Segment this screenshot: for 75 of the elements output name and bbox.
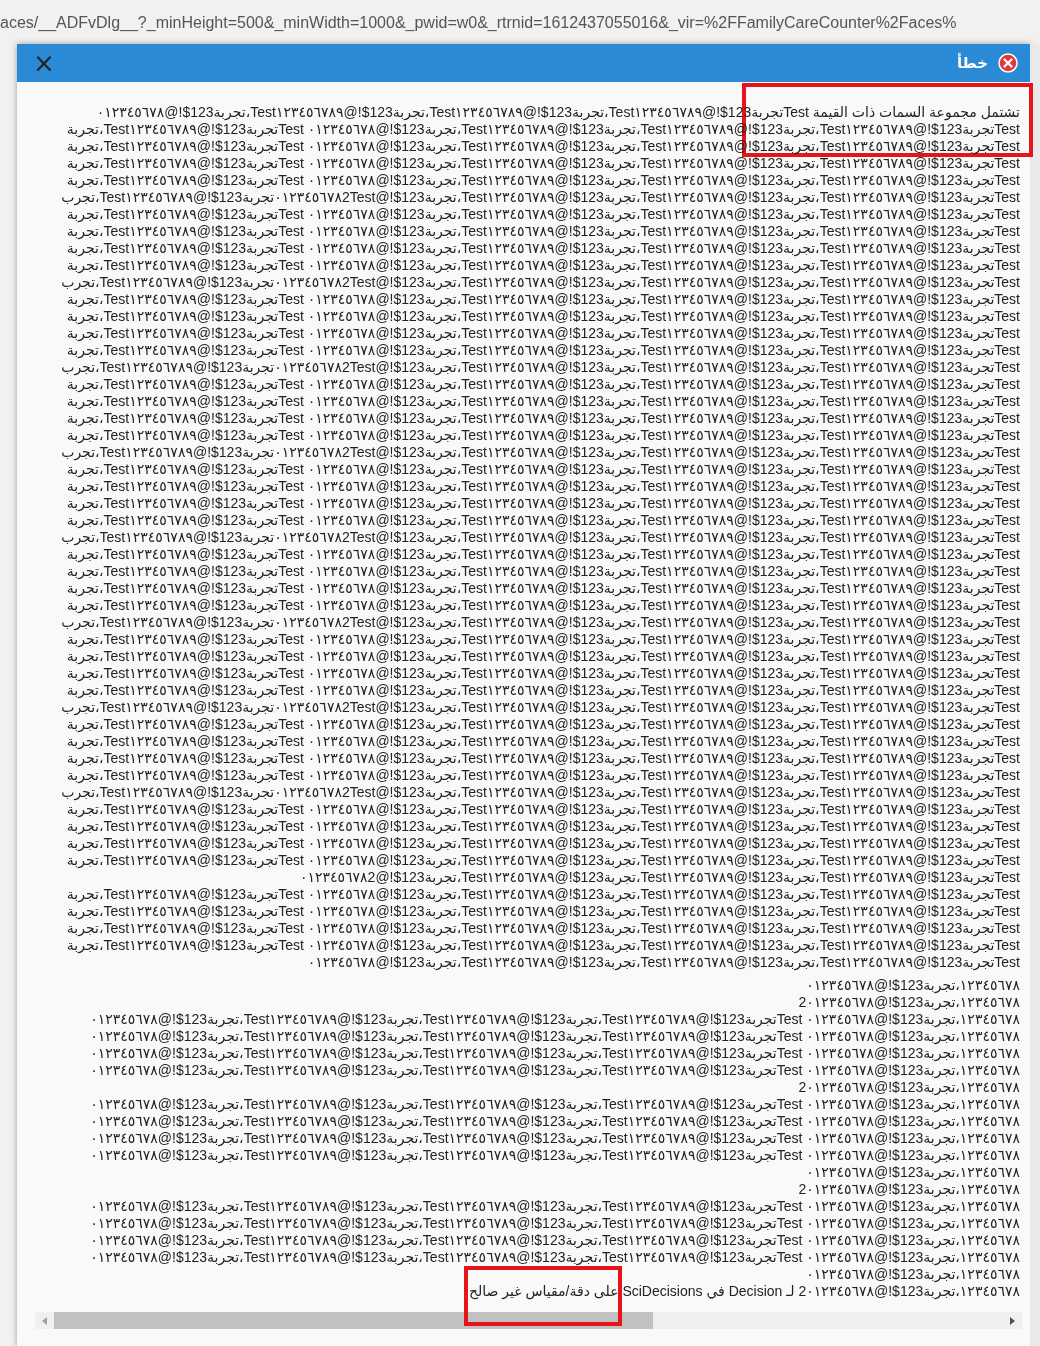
message-line: ١٢٣٤٥٦٧٨،تجربة123$!@٠١٢٣٤٥٦٧٨ <box>806 1164 1020 1181</box>
message-line: Testتجربة123$!@Test١٢٣٤٥٦٧٨٩،تجربة123$!@Test١٢٣٤٥٦٧٨٩،تجربة123$!@Test١٢٣٤٥٦٧٨٩،تجربة123$!@٠١٢٣٤٥٦٧٨ Testتجربة123$!@Test١٢٣٤٥٦٧٨٩،تجربة <box>66 478 1020 495</box>
message-line: Testتجربة123$!@Test١٢٣٤٥٦٧٨٩،تجربة123$!@Test١٢٣٤٥٦٧٨٩،تجربة123$!@Test١٢٣٤٥٦٧٨٩،تجربة123$!@٠١٢٣٤٥٦٧٨2Testتجربة123$!@Test١٢٣٤٥٦٧٨٩،تجرب <box>61 189 1020 206</box>
message-line: Testتجربة123$!@Test١٢٣٤٥٦٧٨٩،تجربة123$!@Test١٢٣٤٥٦٧٨٩،تجربة123$!@Test١٢٣٤٥٦٧٨٩،تجربة123$!@٠١٢٣٤٥٦٧٨ Testتجربة123$!@Test١٢٣٤٥٦٧٨٩،تجربة <box>66 291 1020 308</box>
message-line: Testتجربة123$!@Test١٢٣٤٥٦٧٨٩،تجربة123$!@Test١٢٣٤٥٦٧٨٩،تجربة123$!@Test١٢٣٤٥٦٧٨٩،تجربة123$!@٠١٢٣٤٥٦٧٨ Testتجربة123$!@Test١٢٣٤٥٦٧٨٩،تجربة <box>66 427 1020 444</box>
message-line: Testتجربة123$!@Test١٢٣٤٥٦٧٨٩،تجربة123$!@Test١٢٣٤٥٦٧٨٩،تجربة123$!@Test١٢٣٤٥٦٧٨٩،تجربة123$!@٠١٢٣٤٥٦٧٨ Testتجربة123$!@Test١٢٣٤٥٦٧٨٩،تجربة <box>66 461 1020 478</box>
message-line: ١٢٣٤٥٦٧٨،تجربة123$!@٠١٢٣٤٥٦٧٨ Testتجربة123$!@Test١٢٣٤٥٦٧٨٩،تجربة123$!@Test١٢٣٤٥٦٧٨٩،تجربة123$!@Test١٢٣٤٥٦٧٨٩،تجربة123$!@٠١٢٣٤٥٦٧٨ <box>90 1062 1020 1079</box>
message-line: Testتجربة123$!@Test١٢٣٤٥٦٧٨٩،تجربة123$!@Test١٢٣٤٥٦٧٨٩،تجربة123$!@Test١٢٣٤٥٦٧٨٩،تجربة123$!@٠١٢٣٤٥٦٧٨2Testتجربة123$!@Test١٢٣٤٥٦٧٨٩،تجرب <box>61 444 1020 461</box>
dialog-title: خطأ <box>956 54 988 72</box>
message-line: ١٢٣٤٥٦٧٨،تجربة123$!@2٠١٢٣٤٥٦٧٨ <box>798 1079 1020 1096</box>
scroll-left-icon[interactable] <box>41 1315 49 1326</box>
error-icon <box>998 53 1018 73</box>
message-line: Testتجربة123$!@Test١٢٣٤٥٦٧٨٩،تجربة123$!@Test١٢٣٤٥٦٧٨٩،تجربة123$!@Test١٢٣٤٥٦٧٨٩،تجربة123$!@٠١٢٣٤٥٦٧٨ Testتجربة123$!@Test١٢٣٤٥٦٧٨٩،تجربة <box>66 223 1020 240</box>
message-line: Testتجربة123$!@Test١٢٣٤٥٦٧٨٩،تجربة123$!@Test١٢٣٤٥٦٧٨٩،تجربة123$!@Test١٢٣٤٥٦٧٨٩،تجربة123$!@٠١٢٣٤٥٦٧٨ Testتجربة123$!@Test١٢٣٤٥٦٧٨٩،تجربة <box>66 342 1020 359</box>
message-line: Testتجربة123$!@Test١٢٣٤٥٦٧٨٩،تجربة123$!@Test١٢٣٤٥٦٧٨٩،تجربة123$!@Test١٢٣٤٥٦٧٨٩،تجربة123$!@٠١٢٣٤٥٦٧٨ Testتجربة123$!@Test١٢٣٤٥٦٧٨٩،تجربة <box>66 818 1020 835</box>
message-line: Testتجربة123$!@Test١٢٣٤٥٦٧٨٩،تجربة123$!@Test١٢٣٤٥٦٧٨٩،تجربة123$!@Test١٢٣٤٥٦٧٨٩،تجربة123$!@٠١٢٣٤٥٦٧٨ Testتجربة123$!@Test١٢٣٤٥٦٧٨٩،تجربة <box>66 410 1020 427</box>
message-line: Testتجربة123$!@Test١٢٣٤٥٦٧٨٩،تجربة123$!@Test١٢٣٤٥٦٧٨٩،تجربة123$!@Test١٢٣٤٥٦٧٨٩،تجربة123$!@٠١٢٣٤٥٦٧٨2Testتجربة123$!@Test١٢٣٤٥٦٧٨٩،تجرب <box>61 699 1020 716</box>
message-line: ١٢٣٤٥٦٧٨،تجربة123$!@2٠١٢٣٤٥٦٧٨ <box>798 994 1020 1011</box>
message-line: Testتجربة123$!@Test١٢٣٤٥٦٧٨٩،تجربة123$!@Test١٢٣٤٥٦٧٨٩،تجربة123$!@Test١٢٣٤٥٦٧٨٩،تجربة123$!@٠١٢٣٤٥٦٧٨ Testتجربة123$!@Test١٢٣٤٥٦٧٨٩،تجربة <box>66 750 1020 767</box>
message-line: ١٢٣٤٥٦٧٨،تجربة123$!@٠١٢٣٤٥٦٧٨ Testتجربة123$!@Test١٢٣٤٥٦٧٨٩،تجربة123$!@Test١٢٣٤٥٦٧٨٩،تجربة123$!@Test١٢٣٤٥٦٧٨٩،تجربة123$!@٠١٢٣٤٥٦٧٨ <box>90 1215 1020 1232</box>
message-line: ١٢٣٤٥٦٧٨،تجربة123$!@٠١٢٣٤٥٦٧٨ <box>806 977 1020 994</box>
message-line: ١٢٣٤٥٦٧٨،تجربة123$!@٠١٢٣٤٥٦٧٨ Testتجربة123$!@Test١٢٣٤٥٦٧٨٩،تجربة123$!@Test١٢٣٤٥٦٧٨٩،تجربة123$!@Test١٢٣٤٥٦٧٨٩،تجربة123$!@٠١٢٣٤٥٦٧٨ <box>90 1113 1020 1130</box>
message-line: Testتجربة123$!@Test١٢٣٤٥٦٧٨٩،تجربة123$!@Test١٢٣٤٥٦٧٨٩،تجربة123$!@Test١٢٣٤٥٦٧٨٩،تجربة123$!@٠١٢٣٤٥٦٧٨ Testتجربة123$!@Test١٢٣٤٥٦٧٨٩،تجربة <box>66 325 1020 342</box>
message-line: Testتجربة123$!@Test١٢٣٤٥٦٧٨٩،تجربة123$!@Test١٢٣٤٥٦٧٨٩،تجربة123$!@Test١٢٣٤٥٦٧٨٩،تجربة123$!@٠١٢٣٤٥٦٧٨ Testتجربة123$!@Test١٢٣٤٥٦٧٨٩،تجربة <box>66 801 1020 818</box>
scrollbar-thumb[interactable] <box>54 1312 654 1329</box>
message-line: Testتجربة123$!@Test١٢٣٤٥٦٧٨٩،تجربة123$!@Test١٢٣٤٥٦٧٨٩،تجربة123$!@Test١٢٣٤٥٦٧٨٩،تجربة123$!@٠١٢٣٤٥٦٧٨ Testتجربة123$!@Test١٢٣٤٥٦٧٨٩،تجربة <box>66 648 1020 665</box>
message-line: Testتجربة123$!@Test١٢٣٤٥٦٧٨٩،تجربة123$!@Test١٢٣٤٥٦٧٨٩،تجربة123$!@Test١٢٣٤٥٦٧٨٩،تجربة123$!@٠١٢٣٤٥٦٧٨ Testتجربة123$!@Test١٢٣٤٥٦٧٨٩،تجربة <box>66 937 1020 954</box>
message-line: Testتجربة123$!@Test١٢٣٤٥٦٧٨٩،تجربة123$!@Test١٢٣٤٥٦٧٨٩،تجربة123$!@Test١٢٣٤٥٦٧٨٩،تجربة123$!@٠١٢٣٤٥٦٧٨ Testتجربة123$!@Test١٢٣٤٥٦٧٨٩،تجربة <box>66 920 1020 937</box>
message-line: Testتجربة123$!@Test١٢٣٤٥٦٧٨٩،تجربة123$!@Test١٢٣٤٥٦٧٨٩،تجربة123$!@Test١٢٣٤٥٦٧٨٩،تجربة123$!@٠١٢٣٤٥٦٧٨ Testتجربة123$!@Test١٢٣٤٥٦٧٨٩،تجربة <box>66 852 1020 869</box>
message-line: Testتجربة123$!@Test١٢٣٤٥٦٧٨٩،تجربة123$!@Test١٢٣٤٥٦٧٨٩،تجربة123$!@Test١٢٣٤٥٦٧٨٩،تجربة123$!@٠١٢٣٤٥٦٧٨ Testتجربة123$!@Test١٢٣٤٥٦٧٨٩،تجربة <box>66 155 1020 172</box>
message-line: Testتجربة123$!@Test١٢٣٤٥٦٧٨٩،تجربة123$!@Test١٢٣٤٥٦٧٨٩،تجربة123$!@Test١٢٣٤٥٦٧٨٩،تجربة123$!@٠١٢٣٤٥٦٧٨ Testتجربة123$!@Test١٢٣٤٥٦٧٨٩،تجربة <box>66 495 1020 512</box>
message-line: Testتجربة123$!@Test١٢٣٤٥٦٧٨٩،تجربة123$!@Test١٢٣٤٥٦٧٨٩،تجربة123$!@Test١٢٣٤٥٦٧٨٩،تجربة123$!@٠١٢٣٤٥٦٧٨2Testتجربة123$!@Test١٢٣٤٥٦٧٨٩،تجرب <box>61 784 1020 801</box>
message-line: Testتجربة123$!@Test١٢٣٤٥٦٧٨٩،تجربة123$!@Test١٢٣٤٥٦٧٨٩،تجربة123$!@Test١٢٣٤٥٦٧٨٩،تجربة123$!@٠١٢٣٤٥٦٧٨2Testتجربة123$!@Test١٢٣٤٥٦٧٨٩،تجرب <box>61 359 1020 376</box>
message-line: Testتجربة123$!@Test١٢٣٤٥٦٧٨٩،تجربة123$!@Test١٢٣٤٥٦٧٨٩،تجربة123$!@Test١٢٣٤٥٦٧٨٩،تجربة123$!@٠١٢٣٤٥٦٧٨ Testتجربة123$!@Test١٢٣٤٥٦٧٨٩،تجربة <box>66 257 1020 274</box>
message-line: Testتجربة123$!@Test١٢٣٤٥٦٧٨٩،تجربة123$!@Test١٢٣٤٥٦٧٨٩،تجربة123$!@Test١٢٣٤٥٦٧٨٩،تجربة123$!@٠١٢٣٤٥٦٧٨ Testتجربة123$!@Test١٢٣٤٥٦٧٨٩،تجربة <box>66 580 1020 597</box>
message-line: ١٢٣٤٥٦٧٨،تجربة123$!@٠١٢٣٤٥٦٧٨ Testتجربة123$!@Test١٢٣٤٥٦٧٨٩،تجربة123$!@Test١٢٣٤٥٦٧٨٩،تجربة123$!@Test١٢٣٤٥٦٧٨٩،تجربة123$!@٠١٢٣٤٥٦٧٨ <box>90 1011 1020 1028</box>
message-line: Testتجربة123$!@Test١٢٣٤٥٦٧٨٩،تجربة123$!@Test١٢٣٤٥٦٧٨٩،تجربة123$!@Test١٢٣٤٥٦٧٨٩،تجربة123$!@٠١٢٣٤٥٦٧٨2Testتجربة123$!@Test١٢٣٤٥٦٧٨٩،تجرب <box>61 614 1020 631</box>
address-text: aces/__ADFvDlg__?_minHeight=500&_minWidth=1000&_pwid=w0&_rtrnid=1612437055016&_vir=%2FFamilyCareCounter%2Faces% <box>0 13 957 34</box>
message-line: Testتجربة123$!@Test١٢٣٤٥٦٧٨٩،تجربة123$!@Test١٢٣٤٥٦٧٨٩،تجربة123$!@Test١٢٣٤٥٦٧٨٩،تجربة123$!@٠١٢٣٤٥٦٧٨ Testتجربة123$!@Test١٢٣٤٥٦٧٨٩،تجربة <box>66 665 1020 682</box>
message-line: ١٢٣٤٥٦٧٨،تجربة123$!@٠١٢٣٤٥٦٧٨ Testتجربة123$!@Test١٢٣٤٥٦٧٨٩،تجربة123$!@Test١٢٣٤٥٦٧٨٩،تجربة123$!@Test١٢٣٤٥٦٧٨٩،تجربة123$!@٠١٢٣٤٥٦٧٨ <box>90 1096 1020 1113</box>
message-line: ١٢٣٤٥٦٧٨،تجربة123$!@2٠١٢٣٤٥٦٧٨ لـ Decision في SciDecisions على دقة/مقياس غير صالح <box>468 1283 1020 1300</box>
message-line: Testتجربة123$!@Test١٢٣٤٥٦٧٨٩،تجربة123$!@Test١٢٣٤٥٦٧٨٩،تجربة123$!@Test١٢٣٤٥٦٧٨٩،تجربة123$!@٠١٢٣٤٥٦٧٨ <box>307 954 1020 971</box>
message-line: Testتجربة123$!@Test١٢٣٤٥٦٧٨٩،تجربة123$!@Test١٢٣٤٥٦٧٨٩،تجربة123$!@Test١٢٣٤٥٦٧٨٩،تجربة123$!@٠١٢٣٤٥٦٧٨2 <box>299 869 1020 886</box>
message-line: Testتجربة123$!@Test١٢٣٤٥٦٧٨٩،تجربة123$!@Test١٢٣٤٥٦٧٨٩،تجربة123$!@Test١٢٣٤٥٦٧٨٩،تجربة123$!@٠١٢٣٤٥٦٧٨ Testتجربة123$!@Test١٢٣٤٥٦٧٨٩،تجربة <box>66 240 1020 257</box>
message-line: Testتجربة123$!@Test١٢٣٤٥٦٧٨٩،تجربة123$!@Test١٢٣٤٥٦٧٨٩،تجربة123$!@Test١٢٣٤٥٦٧٨٩،تجربة123$!@٠١٢٣٤٥٦٧٨ Testتجربة123$!@Test١٢٣٤٥٦٧٨٩،تجربة <box>66 767 1020 784</box>
close-button[interactable]: × <box>31 50 57 76</box>
horizontal-scrollbar[interactable] <box>35 1312 1022 1329</box>
message-line: Testتجربة123$!@Test١٢٣٤٥٦٧٨٩،تجربة123$!@Test١٢٣٤٥٦٧٨٩،تجربة123$!@Test١٢٣٤٥٦٧٨٩،تجربة123$!@٠١٢٣٤٥٦٧٨ Testتجربة123$!@Test١٢٣٤٥٦٧٨٩،تجربة <box>66 308 1020 325</box>
message-line: Testتجربة123$!@Test١٢٣٤٥٦٧٨٩،تجربة123$!@Test١٢٣٤٥٦٧٨٩،تجربة123$!@Test١٢٣٤٥٦٧٨٩،تجربة123$!@٠١٢٣٤٥٦٧٨ Testتجربة123$!@Test١٢٣٤٥٦٧٨٩،تجربة <box>66 512 1020 529</box>
message-line: ١٢٣٤٥٦٧٨،تجربة123$!@٠١٢٣٤٥٦٧٨ Testتجربة123$!@Test١٢٣٤٥٦٧٨٩،تجربة123$!@Test١٢٣٤٥٦٧٨٩،تجربة123$!@Test١٢٣٤٥٦٧٨٩،تجربة123$!@٠١٢٣٤٥٦٧٨ <box>90 1249 1020 1266</box>
message-line: Testتجربة123$!@Test١٢٣٤٥٦٧٨٩،تجربة123$!@Test١٢٣٤٥٦٧٨٩،تجربة123$!@Test١٢٣٤٥٦٧٨٩،تجربة123$!@٠١٢٣٤٥٦٧٨ Testتجربة123$!@Test١٢٣٤٥٦٧٨٩،تجربة <box>66 206 1020 223</box>
message-line: ١٢٣٤٥٦٧٨،تجربة123$!@٠١٢٣٤٥٦٧٨ Testتجربة123$!@Test١٢٣٤٥٦٧٨٩،تجربة123$!@Test١٢٣٤٥٦٧٨٩،تجربة123$!@Test١٢٣٤٥٦٧٨٩،تجربة123$!@٠١٢٣٤٥٦٧٨ <box>90 1130 1020 1147</box>
message-line: ١٢٣٤٥٦٧٨،تجربة123$!@٠١٢٣٤٥٦٧٨ Testتجربة123$!@Test١٢٣٤٥٦٧٨٩،تجربة123$!@Test١٢٣٤٥٦٧٨٩،تجربة123$!@Test١٢٣٤٥٦٧٨٩،تجربة123$!@٠١٢٣٤٥٦٧٨ <box>90 1045 1020 1062</box>
message-line: Testتجربة123$!@Test١٢٣٤٥٦٧٨٩،تجربة123$!@Test١٢٣٤٥٦٧٨٩،تجربة123$!@Test١٢٣٤٥٦٧٨٩،تجربة123$!@٠١٢٣٤٥٦٧٨ Testتجربة123$!@Test١٢٣٤٥٦٧٨٩،تجربة <box>66 716 1020 733</box>
message-line: Testتجربة123$!@Test١٢٣٤٥٦٧٨٩،تجربة123$!@Test١٢٣٤٥٦٧٨٩،تجربة123$!@Test١٢٣٤٥٦٧٨٩،تجربة123$!@٠١٢٣٤٥٦٧٨ Testتجربة123$!@Test١٢٣٤٥٦٧٨٩،تجربة <box>66 172 1020 189</box>
message-line: Testتجربة123$!@Test١٢٣٤٥٦٧٨٩،تجربة123$!@Test١٢٣٤٥٦٧٨٩،تجربة123$!@Test١٢٣٤٥٦٧٨٩،تجربة123$!@٠١٢٣٤٥٦٧٨ Testتجربة123$!@Test١٢٣٤٥٦٧٨٩،تجربة <box>66 733 1020 750</box>
message-line: Testتجربة123$!@Test١٢٣٤٥٦٧٨٩،تجربة123$!@Test١٢٣٤٥٦٧٨٩،تجربة123$!@Test١٢٣٤٥٦٧٨٩،تجربة123$!@٠١٢٣٤٥٦٧٨ Testتجربة123$!@Test١٢٣٤٥٦٧٨٩،تجربة <box>66 393 1020 410</box>
message-line: Testتجربة123$!@Test١٢٣٤٥٦٧٨٩،تجربة123$!@Test١٢٣٤٥٦٧٨٩،تجربة123$!@Test١٢٣٤٥٦٧٨٩،تجربة123$!@٠١٢٣٤٥٦٧٨ Testتجربة123$!@Test١٢٣٤٥٦٧٨٩،تجربة <box>66 376 1020 393</box>
message-line: Testتجربة123$!@Test١٢٣٤٥٦٧٨٩،تجربة123$!@Test١٢٣٤٥٦٧٨٩،تجربة123$!@Test١٢٣٤٥٦٧٨٩،تجربة123$!@٠١٢٣٤٥٦٧٨ Testتجربة123$!@Test١٢٣٤٥٦٧٨٩،تجربة <box>66 563 1020 580</box>
message-line: ١٢٣٤٥٦٧٨،تجربة123$!@٠١٢٣٤٥٦٧٨ <box>806 1266 1020 1283</box>
message-line: Testتجربة123$!@Test١٢٣٤٥٦٧٨٩،تجربة123$!@Test١٢٣٤٥٦٧٨٩،تجربة123$!@Test١٢٣٤٥٦٧٨٩،تجربة123$!@٠١٢٣٤٥٦٧٨ Testتجربة123$!@Test١٢٣٤٥٦٧٨٩،تجربة <box>66 546 1020 563</box>
message-line: Testتجربة123$!@Test١٢٣٤٥٦٧٨٩،تجربة123$!@Test١٢٣٤٥٦٧٨٩،تجربة123$!@Test١٢٣٤٥٦٧٨٩،تجربة123$!@٠١٢٣٤٥٦٧٨ Testتجربة123$!@Test١٢٣٤٥٦٧٨٩،تجربة <box>66 631 1020 648</box>
message-line: ١٢٣٤٥٦٧٨،تجربة123$!@٠١٢٣٤٥٦٧٨ Testتجربة123$!@Test١٢٣٤٥٦٧٨٩،تجربة123$!@Test١٢٣٤٥٦٧٨٩،تجربة123$!@Test١٢٣٤٥٦٧٨٩،تجربة123$!@٠١٢٣٤٥٦٧٨ <box>90 1232 1020 1249</box>
scroll-right-icon[interactable] <box>1008 1315 1016 1326</box>
message-line: ١٢٣٤٥٦٧٨،تجربة123$!@٠١٢٣٤٥٦٧٨ Testتجربة123$!@Test١٢٣٤٥٦٧٨٩،تجربة123$!@Test١٢٣٤٥٦٧٨٩،تجربة123$!@Test١٢٣٤٥٦٧٨٩،تجربة123$!@٠١٢٣٤٥٦٧٨ <box>90 1147 1020 1164</box>
message-line: ١٢٣٤٥٦٧٨،تجربة123$!@٠١٢٣٤٥٦٧٨ Testتجربة123$!@Test١٢٣٤٥٦٧٨٩،تجربة123$!@Test١٢٣٤٥٦٧٨٩،تجربة123$!@Test١٢٣٤٥٦٧٨٩،تجربة123$!@٠١٢٣٤٥٦٧٨ <box>90 1028 1020 1045</box>
message-line: Testتجربة123$!@Test١٢٣٤٥٦٧٨٩،تجربة123$!@Test١٢٣٤٥٦٧٨٩،تجربة123$!@Test١٢٣٤٥٦٧٨٩،تجربة123$!@٠١٢٣٤٥٦٧٨ Testتجربة123$!@Test١٢٣٤٥٦٧٨٩،تجربة <box>66 597 1020 614</box>
message-line: Testتجربة123$!@Test١٢٣٤٥٦٧٨٩،تجربة123$!@Test١٢٣٤٥٦٧٨٩،تجربة123$!@Test١٢٣٤٥٦٧٨٩،تجربة123$!@٠١٢٣٤٥٦٧٨2Testتجربة123$!@Test١٢٣٤٥٦٧٨٩،تجرب <box>61 529 1020 546</box>
message-line: Testتجربة123$!@Test١٢٣٤٥٦٧٨٩،تجربة123$!@Test١٢٣٤٥٦٧٨٩،تجربة123$!@Test١٢٣٤٥٦٧٨٩،تجربة123$!@٠١٢٣٤٥٦٧٨2Testتجربة123$!@Test١٢٣٤٥٦٧٨٩،تجرب <box>61 274 1020 291</box>
message-line: Testتجربة123$!@Test١٢٣٤٥٦٧٨٩،تجربة123$!@Test١٢٣٤٥٦٧٨٩،تجربة123$!@Test١٢٣٤٥٦٧٨٩،تجربة123$!@٠١٢٣٤٥٦٧٨ Testتجربة123$!@Test١٢٣٤٥٦٧٨٩،تجربة <box>66 903 1020 920</box>
message-line: Testتجربة123$!@Test١٢٣٤٥٦٧٨٩،تجربة123$!@Test١٢٣٤٥٦٧٨٩،تجربة123$!@Test١٢٣٤٥٦٧٨٩،تجربة123$!@٠١٢٣٤٥٦٧٨ Testتجربة123$!@Test١٢٣٤٥٦٧٨٩،تجربة <box>66 886 1020 903</box>
message-line: ١٢٣٤٥٦٧٨،تجربة123$!@٠١٢٣٤٥٦٧٨ Testتجربة123$!@Test١٢٣٤٥٦٧٨٩،تجربة123$!@Test١٢٣٤٥٦٧٨٩،تجربة123$!@Test١٢٣٤٥٦٧٨٩،تجربة123$!@٠١٢٣٤٥٦٧٨ <box>90 1198 1020 1215</box>
message-line: Testتجربة123$!@Test١٢٣٤٥٦٧٨٩،تجربة123$!@Test١٢٣٤٥٦٧٨٩،تجربة123$!@Test١٢٣٤٥٦٧٨٩،تجربة123$!@٠١٢٣٤٥٦٧٨ Testتجربة123$!@Test١٢٣٤٥٦٧٨٩،تجربة <box>66 835 1020 852</box>
message-line: Testتجربة123$!@Test١٢٣٤٥٦٧٨٩،تجربة123$!@Test١٢٣٤٥٦٧٨٩،تجربة123$!@Test١٢٣٤٥٦٧٨٩،تجربة123$!@٠١٢٣٤٥٦٧٨ Testتجربة123$!@Test١٢٣٤٥٦٧٨٩،تجربة <box>66 682 1020 699</box>
message-line: ١٢٣٤٥٦٧٨،تجربة123$!@2٠١٢٣٤٥٦٧٨ <box>798 1181 1020 1198</box>
